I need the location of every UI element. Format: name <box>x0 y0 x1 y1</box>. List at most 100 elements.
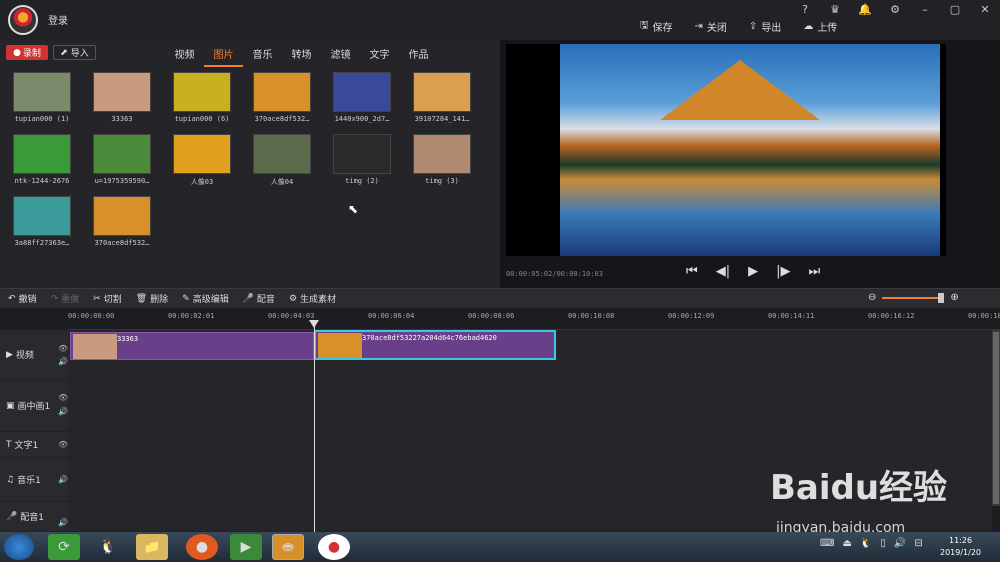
media-thumbnail[interactable]: 3a88ff27363e… <box>8 196 76 253</box>
timeline-scroll-thumb[interactable] <box>993 332 999 504</box>
media-thumbnail[interactable]: tupian000 (6) <box>168 72 236 129</box>
step-forward-icon[interactable]: |▶ <box>776 264 790 279</box>
media-thumbnail[interactable]: u=1975359590… <box>88 134 156 191</box>
delete-button[interactable]: 🗑 删除 <box>135 292 168 306</box>
zoom-in-icon[interactable]: ⊕ <box>950 292 958 303</box>
eye-icon[interactable]: 👁 <box>58 344 68 353</box>
maximize-icon[interactable]: ▢ <box>940 3 970 16</box>
taskbar-app-explorer[interactable]: 📁 <box>136 534 168 560</box>
speaker-icon[interactable]: 🔊 <box>58 357 68 366</box>
tab-video[interactable]: 视频 <box>165 46 204 67</box>
thumbnail-caption: 39107284_141… <box>414 115 470 123</box>
upload-button[interactable]: ☁ 上传 <box>803 18 837 35</box>
timeline-ruler[interactable]: 00:00:00:00 00:00:02:01 00:00:04:03 00:00:0… <box>68 310 1000 330</box>
eye-icon[interactable]: 👁 <box>58 393 68 402</box>
record-button[interactable]: ● 录制 <box>6 45 48 60</box>
media-tabs: 视频 图片 音乐 转场 滤镜 文字 作品 <box>165 46 438 67</box>
advanced-edit-button[interactable]: ✎ 高级编辑 <box>182 292 229 306</box>
thumbnail-image <box>93 72 151 112</box>
step-back-icon[interactable]: ◀| <box>716 264 730 279</box>
system-tray: ⌨ ⏏ 🐧 ▯ 🔊 ⊟ <box>820 538 923 549</box>
media-thumbnail[interactable]: timg (3) <box>408 134 476 191</box>
undo-button[interactable]: ↶ 撤销 <box>8 292 37 306</box>
help-icon[interactable]: ? <box>790 3 820 16</box>
playhead-marker[interactable] <box>309 320 319 328</box>
track-pip[interactable] <box>68 380 992 432</box>
clip-image-selected[interactable]: 370ace8df53227a204d64c76ebad4620 <box>314 330 556 360</box>
clip-image-33363[interactable]: 33363 <box>70 332 314 360</box>
keyboard-icon[interactable]: ⌨ <box>820 538 834 549</box>
taskbar-app-browser[interactable]: ⟳ <box>48 534 80 560</box>
usb-icon[interactable]: ⏏ <box>842 538 851 549</box>
start-button[interactable] <box>4 534 34 560</box>
minimize-icon[interactable]: – <box>910 3 940 16</box>
tab-transitions[interactable]: 转场 <box>282 46 321 67</box>
play-icon[interactable]: ▶ <box>748 264 758 279</box>
speaker-icon[interactable]: 🔊 <box>58 475 68 484</box>
redo-button[interactable]: ↷ 重做 <box>51 292 80 306</box>
tab-images[interactable]: 图片 <box>204 46 243 67</box>
ruler-tick-label: 00:00:08:06 <box>468 312 515 320</box>
tab-text[interactable]: 文字 <box>360 46 399 67</box>
taskbar-app-recorder[interactable]: ● <box>318 534 350 560</box>
close-icon[interactable]: ✕ <box>970 3 1000 16</box>
tab-music[interactable]: 音乐 <box>243 46 282 67</box>
speaker-icon[interactable]: 🔊 <box>58 407 68 416</box>
undo-icon: ↶ <box>8 293 16 304</box>
bell-icon[interactable]: 🔔 <box>850 3 880 16</box>
thumbnail-caption: 人像03 <box>190 178 214 186</box>
playhead[interactable] <box>314 320 315 532</box>
export-button[interactable]: ⇪ 导出 <box>749 18 781 35</box>
thumbnail-caption: 3a88ff27363e… <box>14 239 70 247</box>
track-text[interactable] <box>68 432 992 458</box>
ruler-tick-label: 00:00:14:11 <box>768 312 815 320</box>
music-note-icon: ♫ <box>6 474 15 485</box>
qq-tray-icon[interactable]: 🐧 <box>860 538 872 549</box>
taskbar-app-active[interactable]: ⛂ <box>272 534 304 560</box>
media-thumbnail[interactable]: tupian000 (1) <box>8 72 76 129</box>
taskbar-app-qq[interactable]: 🐧 <box>92 534 124 560</box>
mouse-cursor: ⬉ <box>348 202 359 216</box>
media-thumbnail[interactable]: 370ace8df532… <box>88 196 156 253</box>
skip-start-icon[interactable]: ⏮ <box>686 264 698 279</box>
zoom-out-icon[interactable]: ⊖ <box>868 292 876 303</box>
media-thumbnail[interactable]: 33363 <box>88 72 156 129</box>
upload-icon: ☁ <box>803 21 814 32</box>
dub-button[interactable]: 🎤 配音 <box>243 292 275 306</box>
taskbar-app-editor[interactable]: ▶ <box>230 534 262 560</box>
skip-end-icon[interactable]: ⏭ <box>808 264 820 279</box>
trash-icon: 🗑 <box>135 293 148 304</box>
system-icons: ? ♛ 🔔 ⚙ – ▢ ✕ <box>790 0 1000 18</box>
save-button[interactable]: 🖫 保存 <box>640 18 673 35</box>
thumbnail-caption: 人像04 <box>270 178 294 186</box>
media-thumbnail[interactable]: 1440x900_2d7… <box>328 72 396 129</box>
network-icon[interactable]: ⊟ <box>914 538 922 549</box>
app-logo-icon[interactable] <box>8 5 38 35</box>
thumbnail-image <box>333 72 391 112</box>
tab-filters[interactable]: 滤镜 <box>321 46 360 67</box>
cut-button[interactable]: ✂ 切割 <box>93 292 122 306</box>
login-link[interactable]: 登录 <box>48 12 68 27</box>
media-thumbnail[interactable]: 39107284_141… <box>408 72 476 129</box>
media-thumbnail[interactable]: 人像03 <box>168 134 236 191</box>
taskbar-app-firefox[interactable]: ● <box>186 534 218 560</box>
vip-icon[interactable]: ♛ <box>820 3 850 16</box>
tab-works[interactable]: 作品 <box>399 46 438 67</box>
volume-icon[interactable]: 🔊 <box>894 538 906 549</box>
battery-icon[interactable]: ▯ <box>880 538 886 549</box>
gear-icon[interactable]: ⚙ <box>880 3 910 16</box>
generate-button[interactable]: ⚙ 生成素材 <box>289 292 336 306</box>
speaker-icon[interactable]: 🔊 <box>58 518 68 527</box>
media-thumbnail[interactable]: 人像04 <box>248 134 316 191</box>
media-thumbnail[interactable]: ntk-1244-2676 <box>8 134 76 191</box>
media-thumbnail[interactable]: timg (2) <box>328 134 396 191</box>
ruler-tick-label: 00:00:10:08 <box>568 312 615 320</box>
zoom-handle[interactable] <box>938 292 945 303</box>
media-thumbnail[interactable]: 370ace8df532… <box>248 72 316 129</box>
import-button[interactable]: ⬈ 导入 <box>53 45 96 60</box>
thumbnail-image <box>13 72 71 112</box>
close-button[interactable]: ⇥ 关闭 <box>695 18 727 35</box>
zoom-slider[interactable] <box>882 292 945 303</box>
eye-icon[interactable]: 👁 <box>58 440 68 449</box>
taskbar-clock[interactable]: 11:26 2019/1/20 <box>940 535 981 559</box>
